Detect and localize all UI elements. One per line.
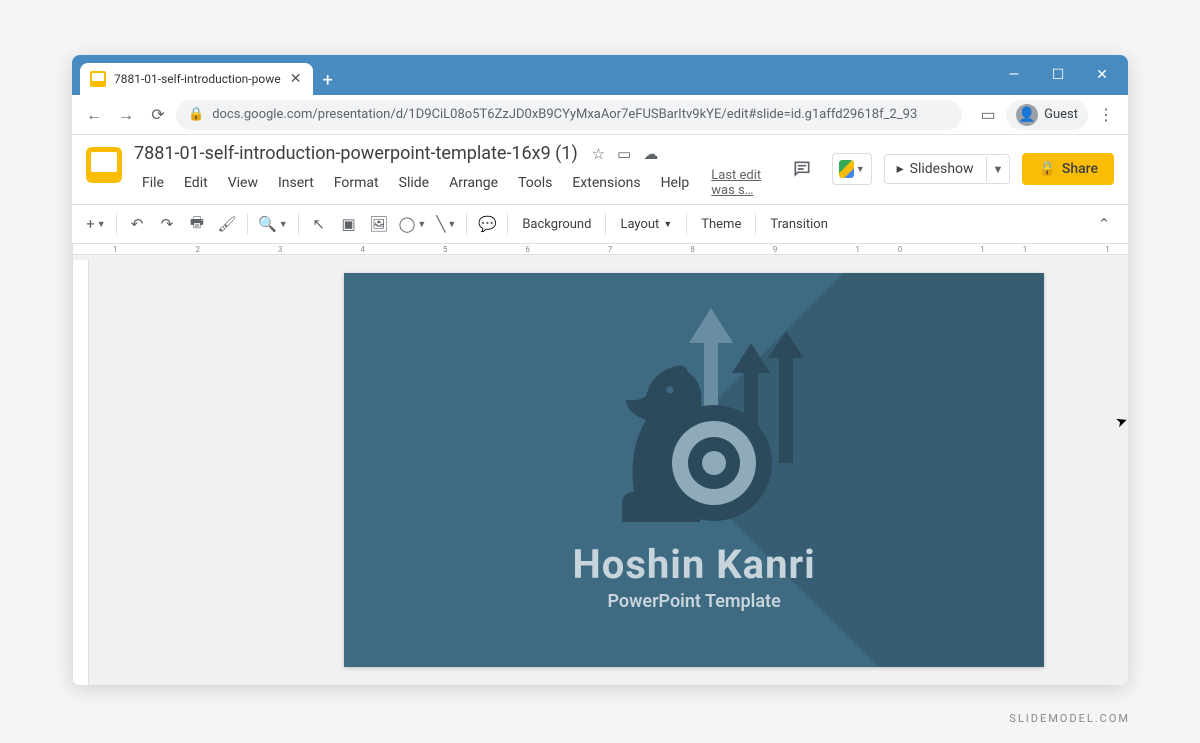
chevron-down-icon: ▼ — [663, 219, 672, 230]
cloud-status-icon[interactable]: ☁ — [643, 145, 658, 163]
profile-chip[interactable]: 👤 Guest — [1006, 100, 1088, 130]
comment-tool[interactable]: 💬 — [473, 210, 501, 238]
chevron-down-icon: ▼ — [856, 164, 865, 175]
slideshow-label: Slideshow — [910, 161, 974, 177]
menu-insert[interactable]: Insert — [270, 172, 322, 194]
select-tool[interactable]: ↖ — [305, 210, 333, 238]
url-text: docs.google.com/presentation/d/1D9CiL08o… — [212, 107, 917, 122]
install-app-icon[interactable]: ▭ — [974, 101, 1002, 129]
line-tool[interactable]: ╲ ▼ — [432, 210, 460, 238]
menu-help[interactable]: Help — [653, 172, 698, 194]
address-bar: ← → ⟳ 🔒 docs.google.com/presentation/d/1… — [72, 95, 1128, 135]
window-controls: — ☐ ✕ — [992, 55, 1128, 89]
menu-format[interactable]: Format — [326, 172, 387, 194]
collapse-toolbar-button[interactable]: ⌃ — [1090, 210, 1118, 238]
slide-subtitle: PowerPoint Template — [344, 591, 1044, 612]
browser-menu-button[interactable]: ⋮ — [1092, 101, 1120, 129]
lock-icon: 🔒 — [1038, 161, 1055, 177]
maximize-button[interactable]: ☐ — [1036, 61, 1080, 89]
watermark: SLIDEMODEL.COM — [1009, 712, 1130, 725]
workspace: 4 Hoshin Kanri 5 Hoshin Kanri += HoShiHo… — [72, 244, 1128, 685]
menu-slide[interactable]: Slide — [391, 172, 437, 194]
url-input[interactable]: 🔒 docs.google.com/presentation/d/1D9CiL0… — [176, 100, 962, 130]
browser-titlebar: 7881-01-self-introduction-powe ✕ + — ☐ ✕ — [72, 55, 1128, 95]
separator — [247, 213, 248, 235]
avatar-icon: 👤 — [1016, 104, 1038, 126]
menu-edit[interactable]: Edit — [176, 172, 216, 194]
share-label: Share — [1062, 161, 1098, 177]
zoom-button[interactable]: 🔍 ▼ — [254, 210, 292, 238]
separator — [466, 213, 467, 235]
menu-extensions[interactable]: Extensions — [564, 172, 648, 194]
browser-tab[interactable]: 7881-01-self-introduction-powe ✕ — [80, 63, 313, 95]
app-header: 7881-01-self-introduction-powerpoint-tem… — [72, 135, 1128, 198]
new-slide-button[interactable]: + ▼ — [82, 210, 110, 238]
play-icon: ▸ — [897, 161, 904, 177]
new-tab-button[interactable]: + — [313, 70, 341, 95]
menu-bar: File Edit View Insert Format Slide Arran… — [134, 168, 772, 198]
horizontal-ruler: 1 2 3 4 5 6 7 8 9 10 11 12 13 — [73, 244, 1128, 255]
background-button[interactable]: Background — [514, 213, 599, 236]
image-tool[interactable]: 🖼 — [365, 210, 393, 238]
browser-window: 7881-01-self-introduction-powe ✕ + — ☐ ✕… — [72, 55, 1128, 685]
transition-button[interactable]: Transition — [762, 213, 836, 236]
meet-icon — [839, 160, 854, 178]
separator — [116, 213, 117, 235]
slides-logo-icon[interactable] — [86, 147, 122, 183]
layout-button[interactable]: Layout ▼ — [612, 213, 680, 236]
share-button[interactable]: 🔒 Share — [1022, 153, 1114, 185]
minimize-button[interactable]: — — [992, 61, 1036, 89]
reload-button[interactable]: ⟳ — [144, 101, 172, 129]
slide-title: Hoshin Kanri — [344, 541, 1044, 588]
last-edit-link[interactable]: Last edit was s… — [711, 168, 771, 198]
move-icon[interactable]: ▭ — [617, 145, 631, 163]
forward-button[interactable]: → — [112, 101, 140, 129]
slideshow-dropdown[interactable]: ▼ — [986, 157, 1010, 182]
canvas-area: 1 2 3 4 5 6 7 8 9 10 11 12 13 — [73, 244, 1128, 685]
lock-icon: 🔒 — [188, 107, 204, 122]
print-button[interactable]: 🖶 — [183, 210, 211, 238]
comment-icon — [792, 159, 812, 179]
document-title[interactable]: 7881-01-self-introduction-powerpoint-tem… — [134, 143, 578, 164]
menu-arrange[interactable]: Arrange — [441, 172, 506, 194]
close-window-button[interactable]: ✕ — [1080, 61, 1124, 89]
redo-button[interactable]: ↷ — [153, 210, 181, 238]
comments-button[interactable] — [784, 151, 820, 187]
slide-canvas[interactable]: Hoshin Kanri PowerPoint Template — [344, 273, 1044, 667]
menu-tools[interactable]: Tools — [510, 172, 560, 194]
undo-button[interactable]: ↶ — [123, 210, 151, 238]
back-button[interactable]: ← — [80, 101, 108, 129]
theme-button[interactable]: Theme — [693, 213, 749, 236]
target-icon — [654, 403, 774, 523]
separator — [507, 213, 508, 235]
close-tab-button[interactable]: ✕ — [289, 72, 303, 86]
separator — [298, 213, 299, 235]
separator — [605, 213, 606, 235]
menu-view[interactable]: View — [220, 172, 266, 194]
slideshow-button-group: ▸ Slideshow ▼ — [884, 154, 1011, 184]
menu-file[interactable]: File — [134, 172, 172, 194]
toolbar: + ▼ ↶ ↷ 🖶 🖌 🔍 ▼ ↖ ▣ 🖼 ◯ ▼ ╲ ▼ 💬 Backgrou… — [72, 204, 1128, 244]
slides-favicon-icon — [90, 71, 106, 87]
separator — [686, 213, 687, 235]
tab-title: 7881-01-self-introduction-powe — [114, 72, 281, 86]
meet-button[interactable]: ▼ — [832, 153, 872, 185]
slideshow-button[interactable]: ▸ Slideshow — [885, 155, 986, 183]
star-icon[interactable]: ☆ — [592, 145, 605, 163]
textbox-tool[interactable]: ▣ — [335, 210, 363, 238]
shape-tool[interactable]: ◯ ▼ — [395, 210, 431, 238]
profile-label: Guest — [1044, 107, 1078, 122]
separator — [755, 213, 756, 235]
paint-format-button[interactable]: 🖌 — [213, 210, 241, 238]
